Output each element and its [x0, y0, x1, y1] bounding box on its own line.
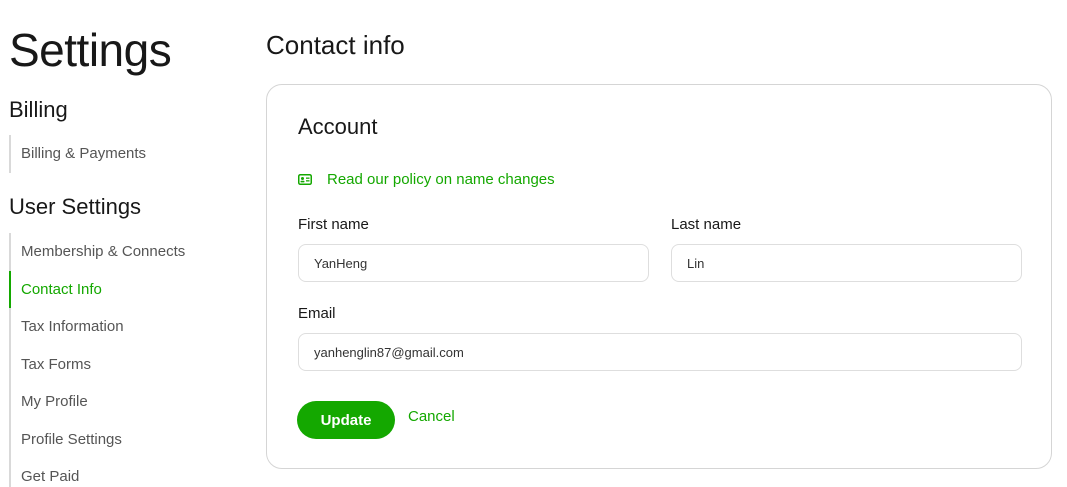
- sidebar-item-contact-info[interactable]: Contact Info: [8, 270, 185, 309]
- cancel-button[interactable]: Cancel: [408, 408, 455, 425]
- email-label: Email: [298, 305, 336, 322]
- main-title: Contact info: [266, 30, 405, 60]
- policy-link-text[interactable]: Read our policy on name changes: [327, 171, 555, 188]
- name-policy-link[interactable]: Read our policy on name changes: [298, 171, 555, 188]
- first-name-label: First name: [298, 216, 369, 233]
- sidebar-item-tax-information[interactable]: Tax Information: [11, 308, 185, 346]
- account-card: Account Read our policy on name changes …: [266, 84, 1052, 469]
- user-settings-nav: Membership & Connects Contact Info Tax I…: [8, 233, 185, 487]
- first-name-input[interactable]: [298, 244, 649, 282]
- sidebar-item-my-profile[interactable]: My Profile: [11, 383, 185, 421]
- id-card-icon: [298, 174, 312, 185]
- sidebar-item-get-paid[interactable]: Get Paid: [11, 458, 185, 487]
- email-input[interactable]: [298, 333, 1022, 371]
- sidebar-item-billing-payments[interactable]: Billing & Payments: [11, 135, 146, 173]
- user-settings-heading: User Settings: [9, 194, 142, 219]
- billing-heading: Billing: [9, 97, 68, 122]
- sidebar-item-tax-forms[interactable]: Tax Forms: [11, 346, 185, 384]
- page-title: Settings: [9, 24, 172, 76]
- sidebar-item-membership-connects[interactable]: Membership & Connects: [11, 233, 185, 271]
- last-name-label: Last name: [671, 216, 742, 233]
- billing-nav: Billing & Payments: [9, 135, 146, 173]
- last-name-input[interactable]: [671, 244, 1022, 282]
- card-title: Account: [298, 114, 378, 139]
- update-button[interactable]: Update: [297, 401, 395, 439]
- sidebar-item-profile-settings[interactable]: Profile Settings: [11, 421, 185, 459]
